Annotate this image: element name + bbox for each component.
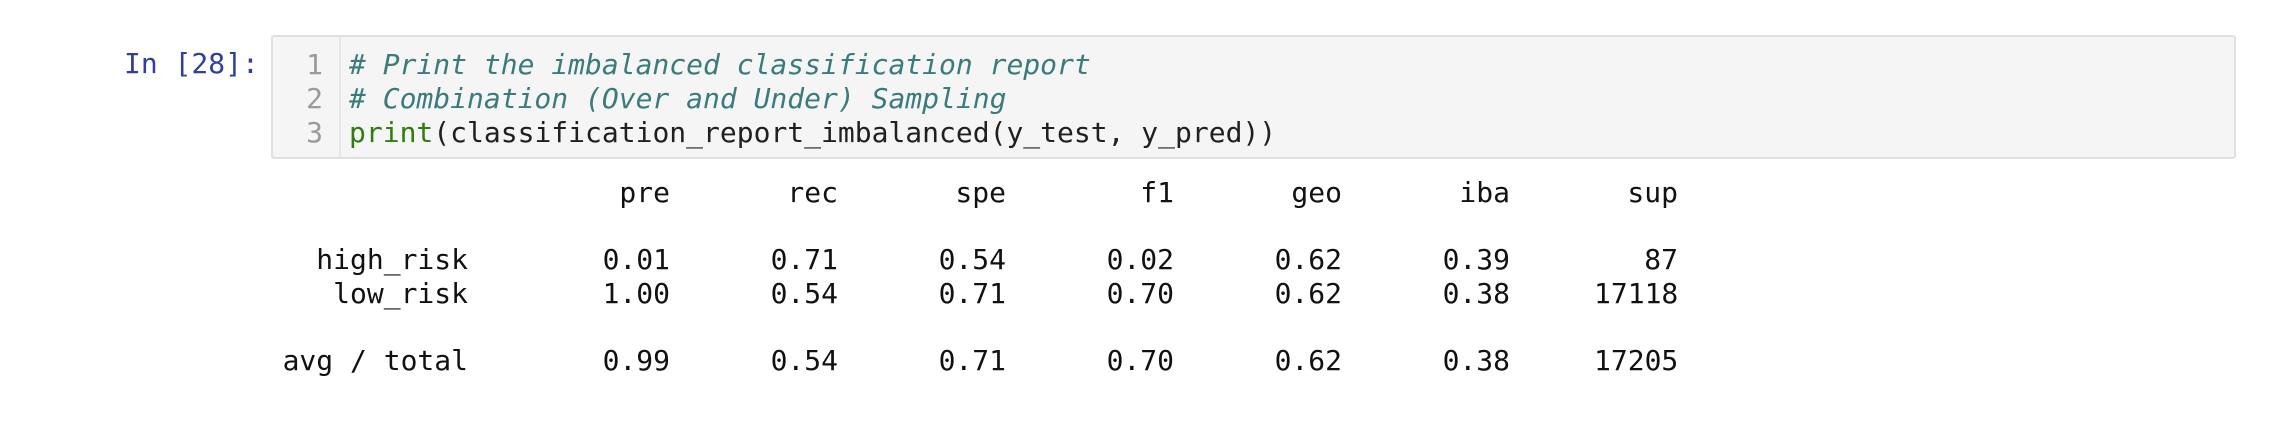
cell-prompt: In [28]: — [124, 47, 259, 80]
header-pre: pre — [619, 176, 670, 209]
avg-total-iba: 0.38 — [1442, 344, 1510, 377]
high-risk-pre: 0.01 — [602, 243, 670, 276]
line-number-2: 2 — [306, 82, 323, 115]
avg-total-sup: 17205 — [1594, 344, 1679, 377]
avg-total-geo: 0.62 — [1274, 344, 1342, 377]
high-risk-f1: 0.02 — [1106, 243, 1174, 276]
high-risk-geo: 0.62 — [1274, 243, 1342, 276]
row-label-low-risk: low_risk — [333, 277, 468, 310]
row-label-avg-total: avg / total — [282, 344, 468, 377]
code-editor[interactable]: 1 2 3 # Print the imbalanced classificat… — [271, 35, 2236, 159]
header-rec: rec — [787, 176, 838, 209]
low-risk-spe: 0.71 — [938, 277, 1006, 310]
avg-total-rec: 0.54 — [770, 344, 838, 377]
low-risk-sup: 17118 — [1594, 277, 1679, 310]
low-risk-pre: 1.00 — [602, 277, 670, 310]
low-risk-rec: 0.54 — [770, 277, 838, 310]
line-number-1: 1 — [306, 48, 323, 81]
header-f1: f1 — [1140, 176, 1174, 209]
avg-total-f1: 0.70 — [1106, 344, 1174, 377]
high-risk-iba: 0.39 — [1442, 243, 1510, 276]
header-spe: spe — [955, 176, 1006, 209]
header-sup: sup — [1627, 176, 1678, 209]
low-risk-f1: 0.70 — [1106, 277, 1174, 310]
row-label-high-risk: high_risk — [316, 243, 468, 276]
header-iba: iba — [1459, 176, 1510, 209]
avg-total-spe: 0.71 — [938, 344, 1006, 377]
high-risk-spe: 0.54 — [938, 243, 1006, 276]
cell-output: pre rec spe f1 geo iba sup high_risk 0.0… — [271, 166, 2236, 416]
line-number-3: 3 — [306, 116, 323, 149]
notebook-cell: In [28]: 1 2 3 # Print the imbalanced cl… — [0, 0, 2280, 444]
avg-total-pre: 0.99 — [602, 344, 670, 377]
header-geo: geo — [1291, 176, 1342, 209]
code-line-1: # Print the imbalanced classification re… — [349, 48, 1091, 81]
print-argument: (classification_report_imbalanced(y_test… — [433, 116, 1277, 149]
line-number-gutter: 1 2 3 — [273, 37, 341, 157]
code-line-2: # Combination (Over and Under) Sampling — [349, 82, 1007, 115]
high-risk-rec: 0.71 — [770, 243, 838, 276]
low-risk-geo: 0.62 — [1274, 277, 1342, 310]
high-risk-sup: 87 — [1644, 243, 1678, 276]
print-function: print — [349, 116, 434, 149]
code-line-3: print(classification_report_imbalanced(y… — [349, 116, 1276, 150]
low-risk-iba: 0.38 — [1442, 277, 1510, 310]
